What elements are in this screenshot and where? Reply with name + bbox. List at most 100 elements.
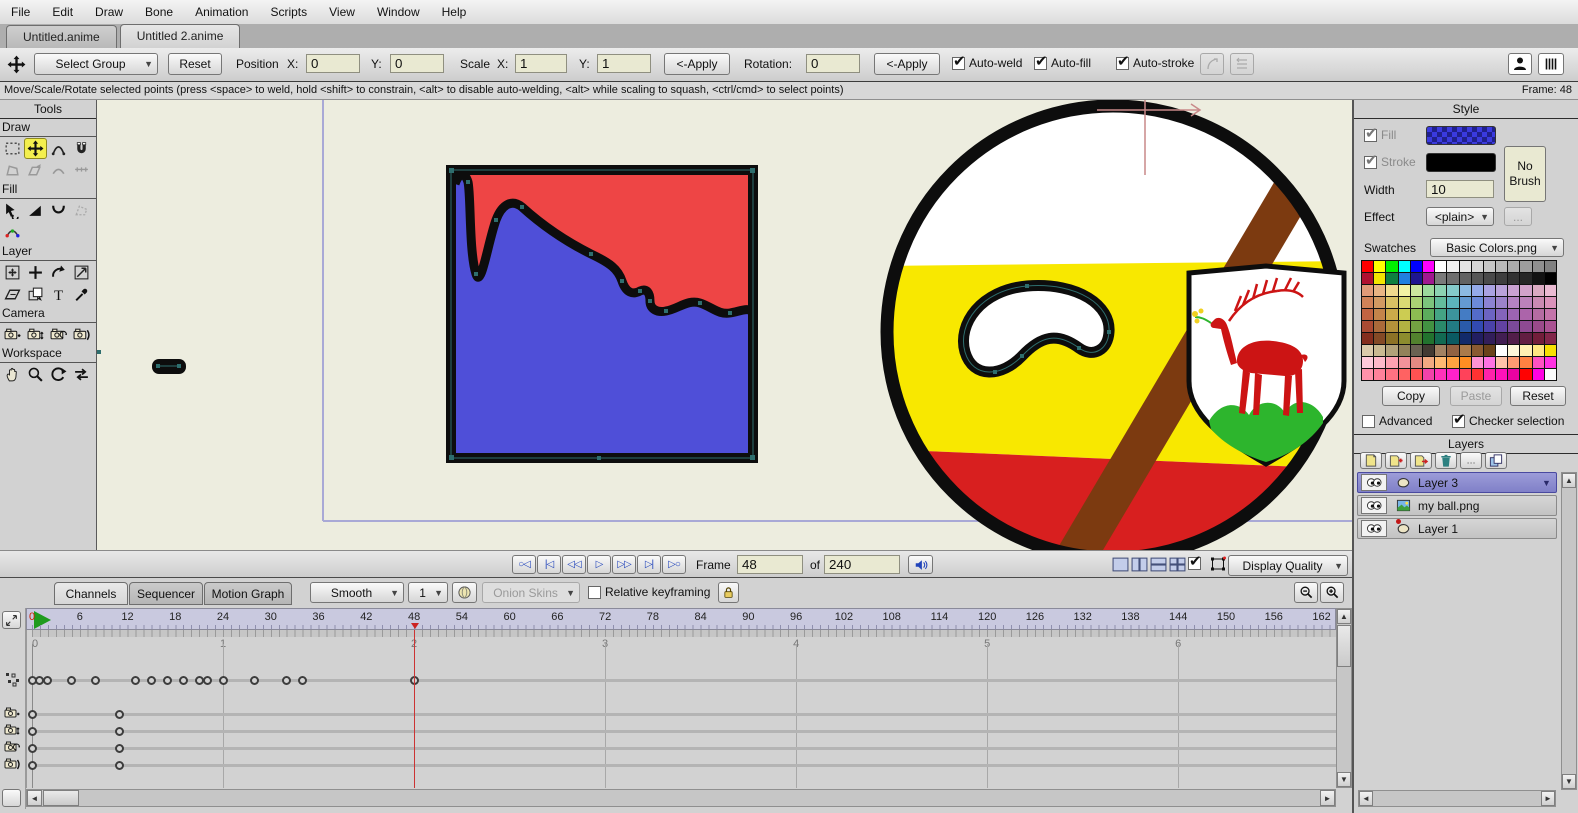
- keyframe-camera-updown-f0[interactable]: [27, 726, 37, 736]
- swatch-r4-c1[interactable]: [1374, 309, 1386, 320]
- tool-magnet[interactable]: [70, 138, 93, 159]
- swatch-r6-c11[interactable]: [1496, 333, 1508, 344]
- swatch-r8-c14[interactable]: [1532, 357, 1544, 368]
- layer-row-layer-1[interactable]: Layer 1: [1357, 518, 1557, 539]
- swatch-r8-c0[interactable]: [1362, 357, 1374, 368]
- tool-poly-dash-gray[interactable]: [70, 200, 93, 221]
- keyframe-points-f13[interactable]: [130, 675, 140, 685]
- swatch-r0-c4[interactable]: [1410, 261, 1422, 272]
- swatch-r0-c2[interactable]: [1386, 261, 1398, 272]
- swatch-r5-c14[interactable]: [1532, 321, 1544, 332]
- timeline-hscrollbar[interactable]: ◄ ►: [26, 789, 1336, 807]
- swatch-r2-c14[interactable]: [1532, 285, 1544, 296]
- timeline-tab-sequencer[interactable]: Sequencer: [129, 582, 203, 605]
- tool-select-rect[interactable]: [1, 138, 24, 159]
- view-single-button[interactable]: [1112, 557, 1129, 572]
- swatch-r4-c7[interactable]: [1447, 309, 1459, 320]
- swatch-r5-c4[interactable]: [1410, 321, 1422, 332]
- swatch-r1-c5[interactable]: [1422, 273, 1435, 284]
- swatch-r8-c5[interactable]: [1422, 357, 1435, 368]
- menu-bone[interactable]: Bone: [134, 0, 184, 24]
- swatch-r8-c8[interactable]: [1459, 357, 1471, 368]
- swatch-r1-c12[interactable]: [1508, 273, 1520, 284]
- swatch-r1-c3[interactable]: [1398, 273, 1410, 284]
- swatch-r8-c3[interactable]: [1398, 357, 1410, 368]
- reset-button[interactable]: Reset: [168, 53, 222, 75]
- swatch-r8-c4[interactable]: [1410, 357, 1422, 368]
- keyframe-camera-plus-f11[interactable]: [115, 709, 125, 719]
- swatch-r2-c3[interactable]: [1398, 285, 1410, 296]
- tool-move-cross[interactable]: [24, 138, 47, 159]
- swatch-r3-c9[interactable]: [1471, 297, 1483, 308]
- swatch-r3-c1[interactable]: [1374, 297, 1386, 308]
- swatch-r0-c15[interactable]: [1544, 261, 1556, 272]
- swatch-r6-c1[interactable]: [1374, 333, 1386, 344]
- swatch-r6-c2[interactable]: [1386, 333, 1398, 344]
- menu-file[interactable]: File: [0, 0, 41, 24]
- swatch-r3-c14[interactable]: [1532, 297, 1544, 308]
- loop-button[interactable]: ▷○: [662, 555, 686, 574]
- tool-arc-gray[interactable]: [47, 160, 70, 181]
- swatch-r5-c0[interactable]: [1362, 321, 1374, 332]
- total-frames-field[interactable]: [824, 555, 900, 574]
- tool-poly-gray[interactable]: [1, 160, 24, 181]
- swatch-r0-c11[interactable]: [1496, 261, 1508, 272]
- tool-curve-points[interactable]: [1, 222, 24, 243]
- swatch-r3-c5[interactable]: [1422, 297, 1435, 308]
- visibility-eyes-icon[interactable]: [1361, 520, 1387, 537]
- tool-arc-tool[interactable]: [47, 138, 70, 159]
- scroll-down-icon[interactable]: ▼: [1337, 772, 1351, 787]
- swatch-r5-c8[interactable]: [1459, 321, 1471, 332]
- swatch-r3-c7[interactable]: [1447, 297, 1459, 308]
- scroll-right-icon[interactable]: ►: [1320, 790, 1335, 806]
- swatch-r8-c10[interactable]: [1483, 357, 1496, 368]
- keyframe-points-f19[interactable]: [178, 675, 188, 685]
- swatch-r5-c2[interactable]: [1386, 321, 1398, 332]
- swatch-r9-c8[interactable]: [1459, 369, 1471, 380]
- swatch-r4-c9[interactable]: [1471, 309, 1483, 320]
- swatch-r2-c4[interactable]: [1410, 285, 1422, 296]
- swatch-r6-c13[interactable]: [1520, 333, 1532, 344]
- layer-row-layer-3[interactable]: Layer 3 ▼: [1357, 472, 1557, 493]
- keyframe-camera-roll-f11[interactable]: [115, 760, 125, 770]
- swatch-r5-c3[interactable]: [1398, 321, 1410, 332]
- show-output-checkbox[interactable]: ✔: [1188, 553, 1202, 570]
- swatch-r6-c10[interactable]: [1483, 333, 1496, 344]
- swatch-r0-c10[interactable]: [1483, 261, 1496, 272]
- swatch-r4-c14[interactable]: [1532, 309, 1544, 320]
- swatch-r4-c15[interactable]: [1544, 309, 1556, 320]
- timeline-vscrollbar[interactable]: ▲ ▼: [1336, 608, 1352, 788]
- step-forward-button[interactable]: ▷▷: [612, 555, 636, 574]
- keyframe-camera-rotate-f11[interactable]: [115, 743, 125, 753]
- stripes-button[interactable]: [1538, 53, 1564, 75]
- swatch-r0-c8[interactable]: [1459, 261, 1471, 272]
- swatch-r6-c4[interactable]: [1410, 333, 1422, 344]
- stroke-checkbox[interactable]: ✔ Stroke: [1364, 152, 1416, 169]
- swatch-r6-c5[interactable]: [1422, 333, 1435, 344]
- scroll-up-icon[interactable]: ▲: [1562, 473, 1576, 488]
- scroll-down-icon[interactable]: ▼: [1562, 774, 1576, 789]
- swatch-r3-c2[interactable]: [1386, 297, 1398, 308]
- menu-edit[interactable]: Edit: [41, 0, 84, 24]
- tool-camera-rotate[interactable]: [47, 324, 70, 345]
- keyframe-points-f8[interactable]: [91, 675, 101, 685]
- apply-rotation-button[interactable]: <-Apply: [874, 53, 940, 75]
- swatch-r7-c9[interactable]: [1471, 345, 1483, 356]
- keyframe-camera-updown-f11[interactable]: [115, 726, 125, 736]
- tool-hand[interactable]: [1, 364, 24, 385]
- scale-y-field[interactable]: [597, 54, 651, 73]
- swatch-r1-c2[interactable]: [1386, 273, 1398, 284]
- swatch-r3-c0[interactable]: [1362, 297, 1374, 308]
- swatch-r0-c6[interactable]: [1435, 261, 1447, 272]
- keyframe-points-f22[interactable]: [202, 675, 212, 685]
- swatch-r3-c15[interactable]: [1544, 297, 1556, 308]
- swatch-r9-c0[interactable]: [1362, 369, 1374, 380]
- swatch-r4-c5[interactable]: [1422, 309, 1435, 320]
- auto-fill-checkbox[interactable]: ✔ Auto-fill: [1034, 53, 1091, 70]
- play-button[interactable]: ▷: [587, 555, 611, 574]
- tab-untitled-2-anime[interactable]: Untitled 2.anime: [119, 24, 241, 48]
- swatch-r9-c3[interactable]: [1398, 369, 1410, 380]
- fill-checkbox[interactable]: ✔ Fill: [1364, 125, 1396, 142]
- swatch-r6-c6[interactable]: [1435, 333, 1447, 344]
- tool-magnify[interactable]: [24, 364, 47, 385]
